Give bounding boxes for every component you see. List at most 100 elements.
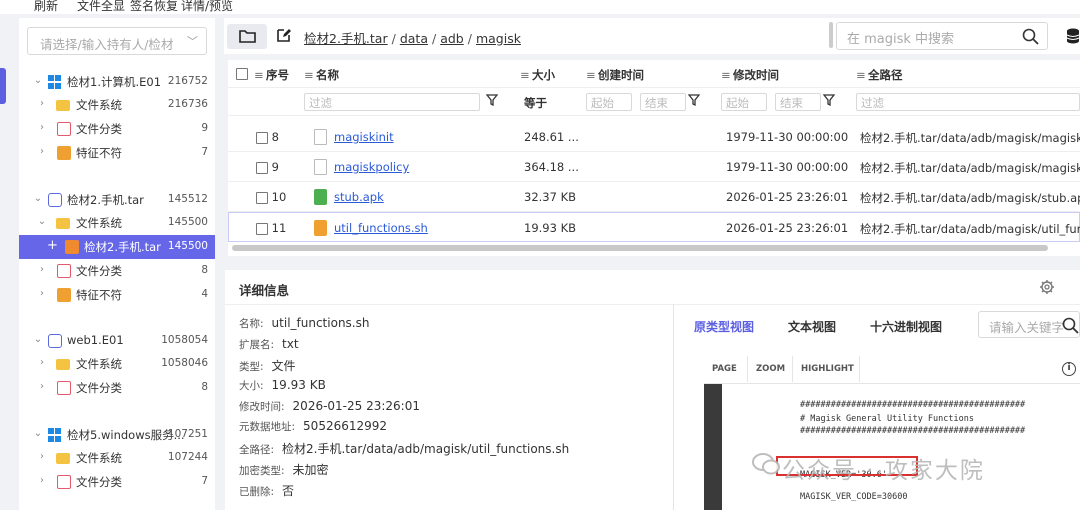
keyword-search-placeholder: 请输入关键字 xyxy=(989,320,1065,335)
owner-select[interactable]: 请选择/输入持有人/检材 ﹀ xyxy=(27,27,207,55)
expand-arrow-icon[interactable]: › xyxy=(37,98,47,109)
col-modified[interactable]: ≡ 修改时间 xyxy=(721,67,779,83)
tab-original-view[interactable]: 原类型视图 xyxy=(694,318,754,335)
breadcrumb-segment[interactable]: magisk xyxy=(476,31,521,46)
viewer-page-gutter xyxy=(704,384,722,510)
collapse-arrow-icon[interactable]: ⌄ xyxy=(37,216,47,227)
tree-item-mismatch[interactable]: › 特征不符 7 xyxy=(19,141,215,165)
keyword-search-input[interactable]: 请输入关键字 xyxy=(978,311,1080,338)
tree-item-count: 216752 xyxy=(167,75,208,87)
detail-deleted: 已删除: 否 xyxy=(239,484,295,498)
mismatch-icon xyxy=(57,146,71,160)
created-start-input[interactable]: 起始 xyxy=(586,93,632,111)
expand-arrow-icon[interactable]: › xyxy=(37,264,47,275)
tree-item-label: 检材2.手机.tar xyxy=(67,193,144,207)
menu-signature-recover[interactable]: 签名恢复 xyxy=(130,0,178,14)
tree-item-file-category[interactable]: › 文件分类 8 xyxy=(19,376,215,400)
tree-item-filesystem[interactable]: › 文件系统 216736 xyxy=(19,93,215,117)
gear-icon[interactable] xyxy=(1039,279,1055,295)
size-filter-equals[interactable]: 等于 xyxy=(524,95,547,111)
collapse-arrow-icon[interactable]: ⌄ xyxy=(33,193,43,204)
file-name-link[interactable]: magiskinit xyxy=(334,130,394,144)
path-filter-input[interactable]: 过滤 xyxy=(856,93,1080,111)
expand-arrow-icon[interactable]: › xyxy=(37,288,47,299)
file-name-link[interactable]: magiskpolicy xyxy=(334,160,409,174)
breadcrumb-segment[interactable]: adb xyxy=(440,31,464,46)
col-created[interactable]: ≡ 创建时间 xyxy=(586,67,644,83)
expand-plus-icon[interactable]: + xyxy=(47,238,58,253)
tree-item-mismatch[interactable]: › 特征不符 4 xyxy=(19,283,215,307)
expand-arrow-icon[interactable]: › xyxy=(37,381,47,392)
tree-item-filesystem[interactable]: › 文件系统 1058046 xyxy=(19,352,215,376)
collapse-arrow-icon[interactable]: ⌄ xyxy=(33,334,43,345)
tree-item-file-category[interactable]: › 文件分类 8 xyxy=(19,259,215,283)
viewer-page-button[interactable]: PAGE xyxy=(712,364,737,374)
tree-item-evidence5[interactable]: ⌄ 检材5.windows服务... 107251 xyxy=(19,423,215,447)
expand-arrow-icon[interactable]: › xyxy=(37,451,47,462)
search-icon[interactable] xyxy=(1022,28,1039,45)
expand-arrow-icon[interactable]: › xyxy=(37,146,47,157)
tree-item-filesystem[interactable]: › 文件系统 107244 xyxy=(19,446,215,470)
viewer-zoom-button[interactable]: ZOOM xyxy=(756,364,785,374)
horizontal-scrollbar[interactable] xyxy=(232,245,1048,251)
col-name[interactable]: ≡ 名称 xyxy=(304,67,339,83)
tree-item-web1[interactable]: ⌄ web1.E01 1058054 xyxy=(19,329,215,353)
file-path: 检材2.手机.tar/data/adb/magisk/magiskpolicy xyxy=(860,161,1080,175)
tree-item-evidence1[interactable]: ⌄ 检材1.计算机.E01 216752 xyxy=(19,70,215,94)
collapse-arrow-icon[interactable]: ⌄ xyxy=(33,75,43,86)
table-row-selected[interactable]: 11 util_functions.sh 19.93 KB 2026-01-25… xyxy=(228,212,1080,242)
collapse-arrow-icon[interactable]: ⌄ xyxy=(33,428,43,439)
filter-icon[interactable] xyxy=(486,94,498,106)
detail-type: 类型: 文件 xyxy=(239,359,296,373)
menu-refresh[interactable]: 刷新 xyxy=(34,0,58,14)
col-size[interactable]: ≡ 大小 xyxy=(520,67,555,83)
viewer-highlight-button[interactable]: HIGHLIGHT xyxy=(801,364,854,374)
edit-path-icon[interactable] xyxy=(276,27,292,43)
name-filter-input[interactable]: 过滤 xyxy=(304,93,480,111)
breadcrumb-segment[interactable]: 检材2.手机.tar xyxy=(304,31,388,46)
file-name-link[interactable]: util_functions.sh xyxy=(334,221,428,235)
row-checkbox[interactable] xyxy=(256,222,268,235)
menu-show-all-files[interactable]: 文件全显 xyxy=(77,0,125,14)
detail-name: 名称: util_functions.sh xyxy=(239,316,370,330)
search-icon[interactable] xyxy=(1062,317,1079,334)
tree-item-archive-selected[interactable]: + 检材2.手机.tar 145500 xyxy=(19,235,215,259)
tree-item-count: 1058054 xyxy=(161,334,208,346)
tab-hex-view[interactable]: 十六进制视图 xyxy=(870,318,942,335)
expand-arrow-icon[interactable]: › xyxy=(37,357,47,368)
info-icon[interactable]: i xyxy=(1062,362,1076,376)
col-path[interactable]: ≡ 全路径 xyxy=(856,67,903,83)
col-seq[interactable]: ≡ 序号 xyxy=(254,67,289,83)
tree-item-count: 145500 xyxy=(167,240,208,252)
expand-arrow-icon[interactable]: › xyxy=(37,475,47,486)
menu-details-preview[interactable]: 详情/预览 xyxy=(181,0,233,14)
folder-search-input[interactable]: 在 magisk 中搜索 xyxy=(836,22,1048,50)
tree-item-file-category[interactable]: › 文件分类 7 xyxy=(19,470,215,494)
filter-icon[interactable] xyxy=(823,94,835,106)
breadcrumb-segment[interactable]: data xyxy=(400,31,428,46)
detail-extension: 扩展名: txt xyxy=(239,337,299,351)
table-row[interactable]: 9 magiskpolicy 364.18 ... 1979-11-30 00:… xyxy=(228,152,1080,182)
table-row[interactable]: 8 magiskinit 248.61 ... 1979-11-30 00:00… xyxy=(228,122,1080,152)
tree-item-count: 107244 xyxy=(167,451,208,463)
row-checkbox[interactable] xyxy=(256,191,268,204)
tree-item-label: 检材1.计算机.E01 xyxy=(67,75,162,89)
open-folder-button[interactable] xyxy=(227,24,267,49)
created-end-input[interactable]: 结束 xyxy=(640,93,686,111)
database-icon[interactable] xyxy=(1066,28,1080,44)
tree-item-evidence2[interactable]: ⌄ 检材2.手机.tar 145512 xyxy=(19,188,215,212)
row-checkbox[interactable] xyxy=(256,131,268,144)
file-size: 248.61 ... xyxy=(524,130,579,144)
filter-icon[interactable] xyxy=(688,94,700,106)
modified-end-input[interactable]: 结束 xyxy=(775,93,821,111)
tree-item-label: 文件分类 xyxy=(76,264,122,278)
modified-start-input[interactable]: 起始 xyxy=(721,93,767,111)
row-checkbox[interactable] xyxy=(256,161,268,174)
tree-item-filesystem[interactable]: ⌄ 文件系统 145500 xyxy=(19,211,215,235)
tab-text-view[interactable]: 文本视图 xyxy=(788,318,836,335)
tree-item-file-category[interactable]: › 文件分类 9 xyxy=(19,117,215,141)
table-row[interactable]: 10 stub.apk 32.37 KB 2026-01-25 23:26:01… xyxy=(228,182,1080,212)
select-all-checkbox[interactable] xyxy=(236,67,248,80)
file-name-link[interactable]: stub.apk xyxy=(334,190,384,204)
expand-arrow-icon[interactable]: › xyxy=(37,122,47,133)
